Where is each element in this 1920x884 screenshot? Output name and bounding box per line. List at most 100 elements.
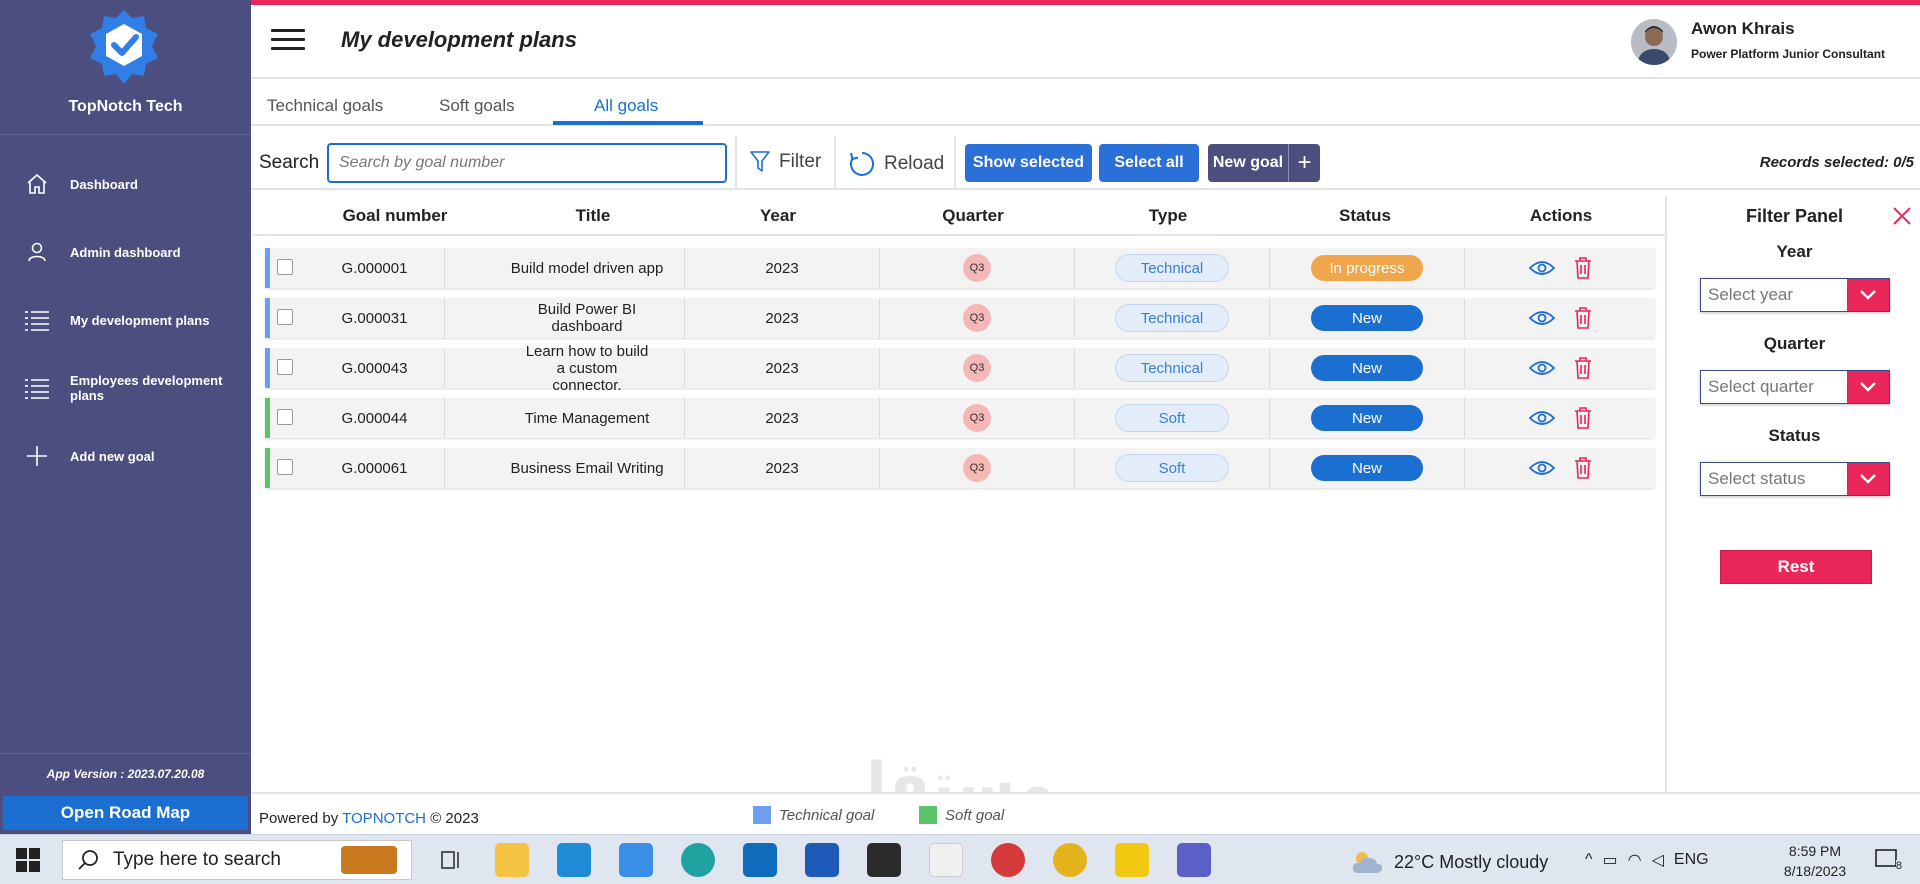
table-row[interactable]: G.000044 Time Management 2023 Q3 Soft Ne… <box>265 398 1655 438</box>
new-goal-button[interactable]: New goal + <box>1208 144 1320 182</box>
terminal-icon[interactable] <box>867 843 901 877</box>
delete-icon[interactable] <box>1574 407 1592 429</box>
snipping-tool-icon[interactable] <box>929 843 963 877</box>
table-row[interactable]: G.000061 Business Email Writing 2023 Q3 … <box>265 448 1655 488</box>
goal-quarter: Q3 <box>880 248 1075 288</box>
row-checkbox[interactable] <box>277 459 293 475</box>
row-checkbox[interactable] <box>277 409 293 425</box>
edge-icon[interactable] <box>681 843 715 877</box>
table-row[interactable]: G.000001 Build model driven app 2023 Q3 … <box>265 248 1655 288</box>
show-selected-button[interactable]: Show selected <box>965 144 1092 182</box>
goal-year: 2023 <box>685 398 880 438</box>
sidebar-item-admin-dashboard[interactable]: Admin dashboard <box>0 218 251 286</box>
legend-label: Soft goal <box>945 806 1005 824</box>
task-view-icon[interactable] <box>434 843 468 877</box>
tab-soft-goals[interactable]: Soft goals <box>439 96 515 116</box>
goal-title: Learn how to build a custom connector. <box>490 343 685 394</box>
delete-icon[interactable] <box>1574 457 1592 479</box>
sidebar-item-add-new-goal[interactable]: Add new goal <box>0 422 251 490</box>
goal-quarter: Q3 <box>880 398 1075 438</box>
clock[interactable]: 8:59 PM 8/18/2023 <box>1760 841 1870 881</box>
row-checkbox[interactable] <box>277 359 293 375</box>
status-dropdown[interactable]: Select status <box>1700 462 1890 496</box>
sidebar-item-dashboard[interactable]: Dashboard <box>0 150 251 218</box>
outlook-icon[interactable] <box>743 843 777 877</box>
volume-icon[interactable]: ◁ <box>1652 850 1664 870</box>
chevron-down-icon[interactable] <box>1847 279 1889 311</box>
reset-button[interactable]: Rest <box>1720 550 1872 584</box>
open-road-map-button[interactable]: Open Road Map <box>3 796 248 830</box>
quarter-dropdown-value: Select quarter <box>1708 377 1814 396</box>
list-icon <box>24 307 50 333</box>
legend-swatch <box>753 806 771 824</box>
avatar[interactable] <box>1631 19 1677 65</box>
table-row[interactable]: G.000043 Learn how to build a custom con… <box>265 343 1655 394</box>
sidebar-item-employees-development-plans[interactable]: Employees development plans <box>0 354 251 422</box>
app-version: App Version : 2023.07.20.08 <box>0 753 251 781</box>
row-checkbox[interactable] <box>277 309 293 325</box>
brand: TopNotch Tech <box>0 0 251 135</box>
view-icon[interactable] <box>1528 359 1556 377</box>
active-tab-indicator <box>553 121 703 125</box>
close-icon[interactable] <box>1892 206 1912 226</box>
teams-icon[interactable] <box>1177 843 1211 877</box>
wifi-icon[interactable]: ◠ <box>1628 850 1642 870</box>
status-label: Status <box>1768 426 1821 445</box>
notification-icon[interactable]: 8 <box>1874 848 1902 872</box>
briefcase-icon <box>341 846 397 874</box>
column-header: Status <box>1339 206 1391 225</box>
column-header: Actions <box>1529 206 1593 225</box>
tab-all-goals[interactable]: All goals <box>594 96 658 116</box>
language-indicator[interactable]: ENG <box>1674 851 1709 869</box>
delete-icon[interactable] <box>1574 307 1592 329</box>
power-bi-icon[interactable] <box>1115 843 1149 877</box>
view-icon[interactable] <box>1528 259 1556 277</box>
goal-status: New <box>1270 398 1465 438</box>
goal-number: G.000044 <box>305 398 445 438</box>
select-all-button[interactable]: Select all <box>1099 144 1199 182</box>
goal-year: 2023 <box>685 448 880 488</box>
goal-title: Build Power BI dashboard <box>490 298 685 338</box>
store-icon[interactable] <box>805 843 839 877</box>
chevron-up-icon[interactable]: ^ <box>1585 851 1593 869</box>
table-row[interactable]: G.000031 Build Power BI dashboard 2023 Q… <box>265 298 1655 338</box>
view-icon[interactable] <box>1528 409 1556 427</box>
year-label: Year <box>1776 242 1813 261</box>
search-label: Search <box>259 152 320 173</box>
delete-icon[interactable] <box>1574 257 1592 279</box>
file-explorer-icon[interactable] <box>495 843 529 877</box>
status-badge: In progress <box>1311 255 1423 281</box>
reload-icon <box>848 150 876 178</box>
vscode-icon[interactable] <box>557 843 591 877</box>
sidebar-item-my-development-plans[interactable]: My development plans <box>0 286 251 354</box>
weather-widget[interactable]: 22°C Mostly cloudy <box>1350 849 1548 875</box>
filter-panel-title: Filter Panel <box>1745 206 1844 226</box>
reload-button[interactable]: Reload <box>848 150 944 178</box>
battery-icon[interactable]: ▭ <box>1603 850 1618 870</box>
chrome-icon[interactable] <box>1053 843 1087 877</box>
hamburger-menu-icon[interactable] <box>271 29 305 51</box>
goal-number: G.000031 <box>305 298 445 338</box>
tab-technical-goals[interactable]: Technical goals <box>267 96 383 116</box>
view-icon[interactable] <box>1528 309 1556 327</box>
chevron-down-icon[interactable] <box>1847 463 1889 495</box>
taskbar-search[interactable]: Type here to search <box>62 840 412 880</box>
delete-icon[interactable] <box>1574 357 1592 379</box>
sidebar-item-label: Employees development plans <box>70 373 223 403</box>
view-icon[interactable] <box>1528 459 1556 477</box>
filter-button[interactable]: Filter <box>749 150 821 174</box>
search-input[interactable] <box>327 143 727 183</box>
plus-icon[interactable]: + <box>1288 144 1320 182</box>
quarter-dropdown[interactable]: Select quarter <box>1700 370 1890 404</box>
column-header: Goal number <box>342 206 448 225</box>
windows-start-icon[interactable] <box>16 848 40 872</box>
app-icon[interactable] <box>991 843 1025 877</box>
goal-type-bar <box>265 448 270 488</box>
powered-by-brand[interactable]: TOPNOTCH <box>342 810 426 827</box>
powered-by-label: Powered by <box>259 810 339 827</box>
goal-type: Soft <box>1075 448 1270 488</box>
row-checkbox[interactable] <box>277 259 293 275</box>
year-dropdown[interactable]: Select year <box>1700 278 1890 312</box>
calculator-icon[interactable] <box>619 843 653 877</box>
chevron-down-icon[interactable] <box>1847 371 1889 403</box>
